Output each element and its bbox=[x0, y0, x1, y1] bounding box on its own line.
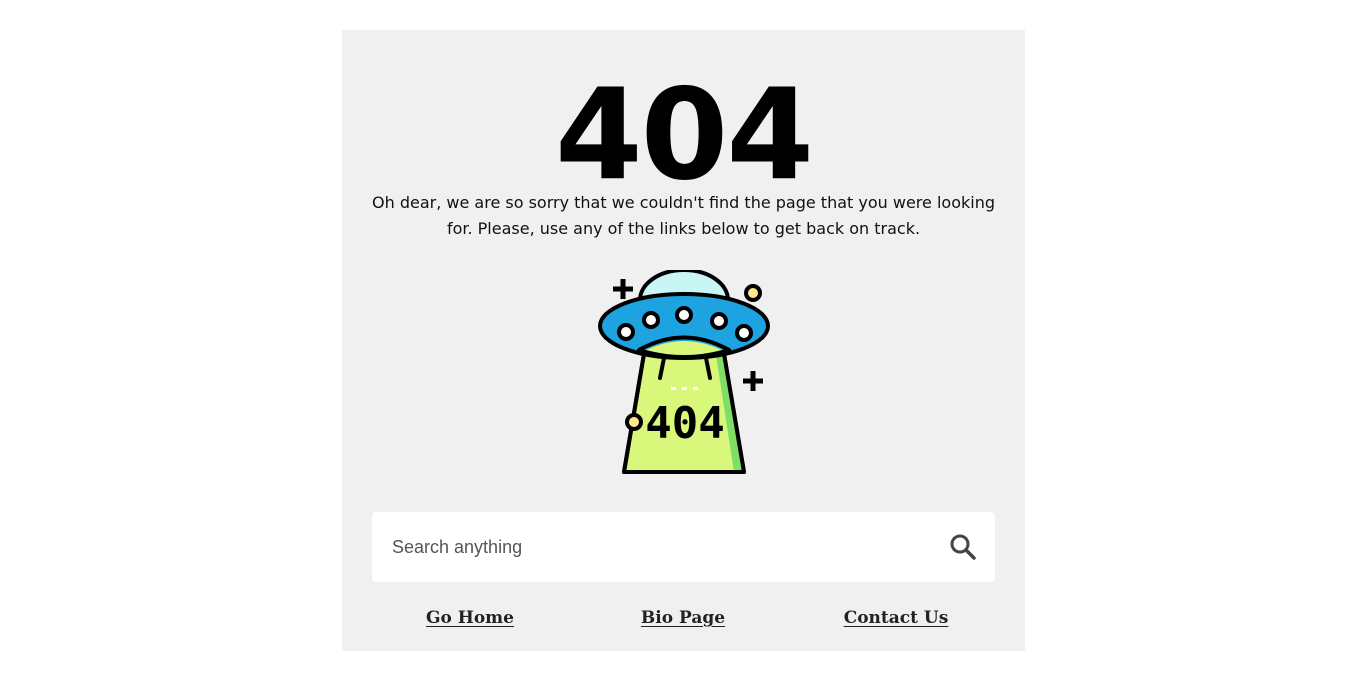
search-icon[interactable] bbox=[949, 533, 977, 561]
nav-links: Go Home Bio Page Contact Us bbox=[342, 608, 1025, 638]
search-input[interactable] bbox=[392, 512, 932, 582]
contact-us-link[interactable]: Contact Us bbox=[844, 608, 949, 628]
error-message: Oh dear, we are so sorry that we couldn'… bbox=[372, 193, 995, 238]
error-card: 404 Oh dear, we are so sorry that we cou… bbox=[342, 30, 1025, 651]
ufo-404-label: 404 bbox=[645, 398, 724, 449]
ufo-404-icon: 404 bbox=[598, 270, 770, 474]
search-bar bbox=[372, 512, 995, 582]
error-code: 404 bbox=[554, 61, 814, 208]
bio-page-link[interactable]: Bio Page bbox=[641, 608, 725, 628]
go-home-link[interactable]: Go Home bbox=[426, 608, 514, 628]
